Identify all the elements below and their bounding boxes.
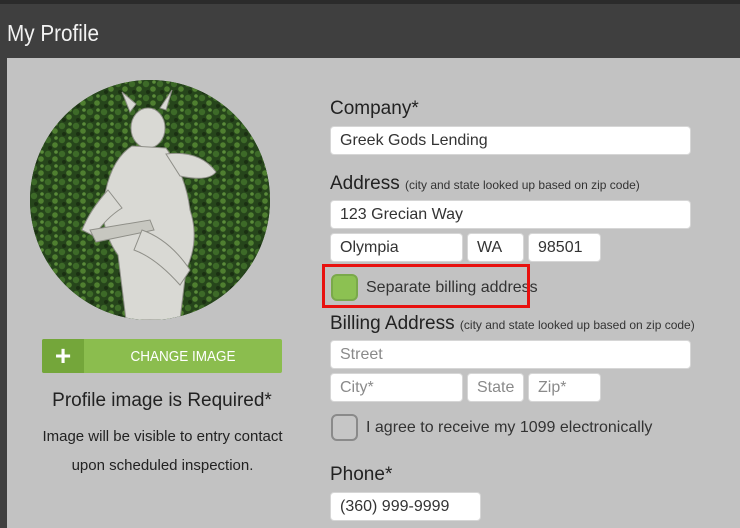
company-label: Company* bbox=[330, 98, 419, 119]
agree-1099-checkbox[interactable] bbox=[331, 414, 358, 441]
street-input[interactable]: 123 Grecian Way bbox=[330, 200, 691, 229]
change-image-button[interactable]: + CHANGE IMAGE bbox=[42, 339, 282, 373]
billing-address-hint: (city and state looked up based on zip c… bbox=[459, 318, 695, 332]
agree-1099-label: I agree to receive my 1099 electronicall… bbox=[366, 418, 653, 436]
phone-input[interactable]: (360) 999-9999 bbox=[330, 492, 481, 521]
plus-icon: + bbox=[42, 339, 84, 373]
billing-zip-input[interactable]: Zip* bbox=[528, 373, 601, 402]
billing-address-label: Billing Address (city and state looked u… bbox=[330, 313, 695, 334]
profile-avatar bbox=[30, 80, 270, 320]
billing-city-input[interactable]: City* bbox=[330, 373, 463, 402]
agree-1099-row[interactable]: I agree to receive my 1099 electronicall… bbox=[331, 414, 652, 441]
phone-label: Phone* bbox=[330, 464, 393, 485]
page-title: My Profile bbox=[7, 20, 100, 46]
highlight-box bbox=[322, 264, 530, 308]
change-image-label: CHANGE IMAGE bbox=[130, 347, 236, 365]
statue-image bbox=[30, 80, 270, 320]
profile-image-required-text: Profile image is Required* bbox=[52, 390, 272, 411]
profile-image-visibility-note: Image will be visible to entry contact u… bbox=[42, 428, 283, 474]
address-label: Address (city and state looked up based … bbox=[330, 173, 640, 194]
left-strip bbox=[0, 58, 7, 528]
address-hint: (city and state looked up based on zip c… bbox=[404, 178, 640, 192]
company-input[interactable]: Greek Gods Lending bbox=[330, 126, 691, 155]
billing-street-input[interactable]: Street bbox=[330, 340, 691, 369]
city-input[interactable]: Olympia bbox=[330, 233, 463, 262]
zip-input[interactable]: 98501 bbox=[528, 233, 601, 262]
top-bar: My Profile bbox=[0, 0, 740, 58]
state-input[interactable]: WA bbox=[467, 233, 524, 262]
billing-state-input[interactable]: State bbox=[467, 373, 524, 402]
